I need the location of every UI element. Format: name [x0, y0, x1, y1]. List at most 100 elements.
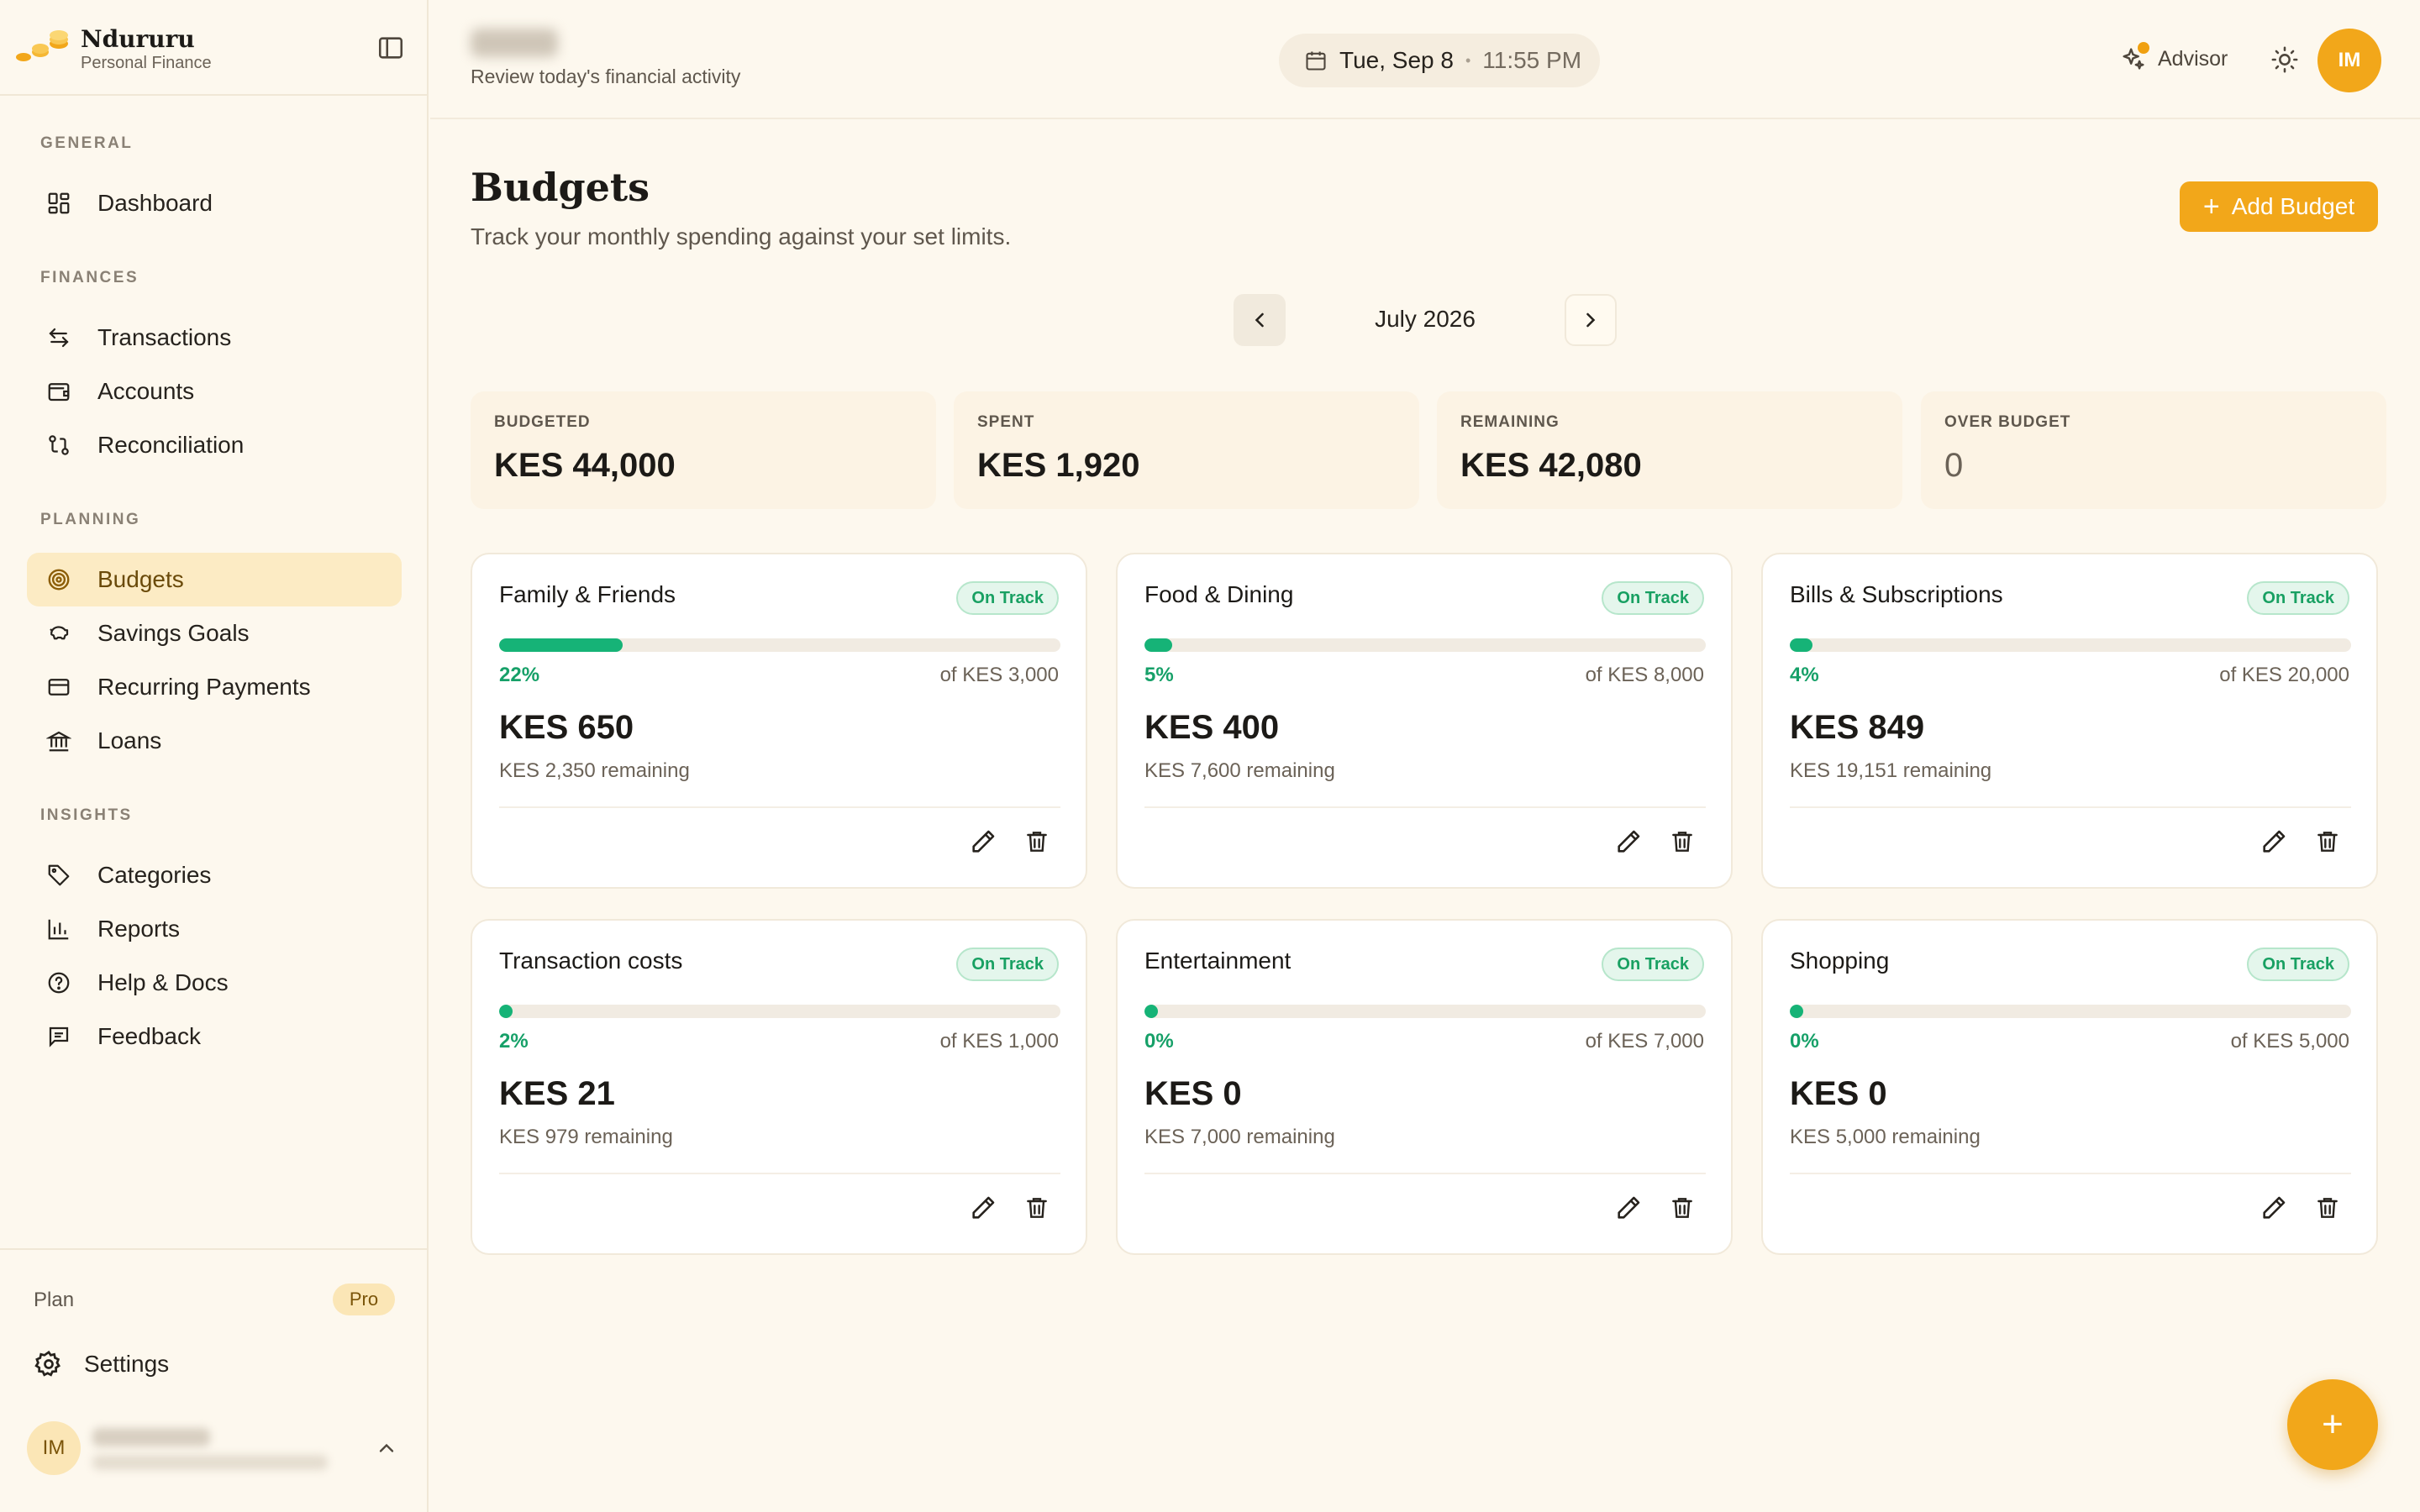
budget-name: Shopping: [1790, 948, 1890, 974]
page-title: Budgets: [471, 165, 650, 210]
card-divider: [1144, 806, 1706, 808]
status-badge: On Track: [2247, 581, 2349, 615]
sidebar-toggle-icon[interactable]: [376, 34, 405, 62]
summary-spent: SPENT KES 1,920: [954, 391, 1419, 509]
user-email-redacted: [92, 1455, 328, 1470]
budget-spent: KES 849: [1790, 709, 1925, 746]
budget-limit: of KES 1,000: [939, 1030, 1059, 1053]
brand-name: Ndururu: [81, 25, 195, 53]
sidebar-item-reconciliation[interactable]: Reconciliation: [27, 418, 402, 472]
add-budget-button[interactable]: + Add Budget: [2180, 181, 2378, 232]
sidebar-item-help-docs[interactable]: Help & Docs: [27, 956, 402, 1010]
sidebar-item-label: Help & Docs: [97, 969, 229, 995]
sidebar-item-savings-goals[interactable]: Savings Goals: [27, 606, 402, 660]
sidebar-item-feedback[interactable]: Feedback: [27, 1010, 402, 1063]
edit-budget-button[interactable]: [2257, 825, 2291, 858]
sidebar-item-label: Categories: [97, 862, 212, 888]
delete-budget-button[interactable]: [2311, 1191, 2344, 1225]
progress-track: [499, 638, 1060, 652]
advisor-label: Advisor: [2158, 46, 2228, 71]
summary-value: 0: [1944, 447, 1964, 484]
budget-remaining: KES 979 remaining: [499, 1126, 673, 1148]
sidebar-item-label: Feedback: [97, 1023, 201, 1049]
delete-budget-button[interactable]: [2311, 825, 2344, 858]
nav-section-planning: PLANNING: [40, 511, 141, 528]
user-menu[interactable]: IM: [27, 1421, 402, 1480]
delete-budget-button[interactable]: [1020, 1191, 1054, 1225]
budget-card-entertainment: Entertainment On Track 0% of KES 7,000 K…: [1116, 919, 1733, 1255]
budget-name: Family & Friends: [499, 581, 676, 607]
edit-budget-button[interactable]: [1612, 1191, 1645, 1225]
budget-name: Food & Dining: [1144, 581, 1294, 607]
wallet-icon: [44, 376, 74, 407]
budget-spent: KES 0: [1144, 1075, 1242, 1112]
progress-percent: 0%: [1144, 1030, 1174, 1053]
nav-section-insights: INSIGHTS: [40, 806, 133, 824]
status-badge: On Track: [2247, 948, 2349, 981]
header-time: 11:55 PM: [1482, 47, 1582, 73]
progress-percent: 0%: [1790, 1030, 1819, 1053]
sidebar-item-reports[interactable]: Reports: [27, 902, 402, 956]
month-navigator: July 2026: [1234, 294, 1617, 346]
trash-icon: [2317, 832, 2338, 852]
budget-spent: KES 21: [499, 1075, 615, 1112]
status-badge: On Track: [1602, 581, 1704, 615]
summary-remaining: REMAINING KES 42,080: [1437, 391, 1902, 509]
sparkles-icon: [2119, 42, 2149, 73]
bar-chart-icon: [44, 914, 74, 944]
quick-add-button[interactable]: +: [2287, 1379, 2378, 1470]
edit-budget-button[interactable]: [966, 825, 1000, 858]
previous-month-button[interactable]: [1234, 294, 1286, 346]
delete-budget-button[interactable]: [1665, 825, 1699, 858]
progress-percent: 2%: [499, 1030, 529, 1053]
sidebar-item-categories[interactable]: Categories: [27, 848, 402, 902]
sidebar-item-budgets[interactable]: Budgets: [27, 553, 402, 606]
card-divider: [1790, 1173, 2351, 1174]
coins-logo-icon: [16, 30, 68, 61]
sidebar-item-label: Reports: [97, 916, 181, 942]
avatar[interactable]: IM: [2317, 29, 2381, 92]
status-badge: On Track: [1602, 948, 1704, 981]
user-name-redacted: [92, 1428, 210, 1446]
card-divider: [499, 806, 1060, 808]
summary-value: KES 44,000: [494, 447, 676, 484]
budget-limit: of KES 5,000: [2230, 1030, 2349, 1053]
delete-budget-button[interactable]: [1020, 825, 1054, 858]
trash-icon: [1672, 1198, 1692, 1218]
credit-card-icon: [44, 672, 74, 702]
sidebar-item-transactions[interactable]: Transactions: [27, 311, 402, 365]
plan-badge: Pro: [333, 1284, 395, 1315]
card-divider: [1144, 1173, 1706, 1174]
delete-budget-button[interactable]: [1665, 1191, 1699, 1225]
arrows-swap-icon: [44, 323, 74, 353]
top-header: Review today's financial activity Tue, S…: [430, 0, 2420, 119]
chevron-up-icon[interactable]: [375, 1436, 398, 1460]
sidebar-item-dashboard[interactable]: Dashboard: [27, 176, 402, 230]
next-month-button[interactable]: [1565, 294, 1617, 346]
progress-track: [1790, 638, 2351, 652]
sun-icon[interactable]: [2270, 45, 2299, 74]
sidebar-item-loans[interactable]: Loans: [27, 714, 402, 768]
brand: Ndururu Personal Finance: [0, 0, 429, 96]
bank-icon: [44, 726, 74, 756]
brand-tagline: Personal Finance: [81, 54, 212, 72]
sidebar-item-recurring-payments[interactable]: Recurring Payments: [27, 660, 402, 714]
current-month: July 2026: [1375, 306, 1476, 332]
sidebar-item-accounts[interactable]: Accounts: [27, 365, 402, 418]
git-compare-icon: [44, 430, 74, 460]
budget-limit: of KES 8,000: [1585, 664, 1704, 686]
progress-percent: 22%: [499, 664, 540, 686]
summary-budgeted: BUDGETED KES 44,000: [471, 391, 936, 509]
budget-spent: KES 650: [499, 709, 634, 746]
notification-dot: [2138, 42, 2149, 54]
summary-label: BUDGETED: [494, 413, 591, 431]
edit-budget-button[interactable]: [966, 1191, 1000, 1225]
sidebar-divider: [0, 1248, 429, 1250]
edit-budget-button[interactable]: [1612, 825, 1645, 858]
pencil-icon: [2263, 830, 2286, 853]
budget-card-food-dining: Food & Dining On Track 5% of KES 8,000 K…: [1116, 553, 1733, 889]
sidebar-item-settings[interactable]: Settings: [34, 1344, 169, 1384]
advisor-button[interactable]: Advisor: [2119, 40, 2228, 77]
edit-budget-button[interactable]: [2257, 1191, 2291, 1225]
progress-track: [1144, 638, 1706, 652]
